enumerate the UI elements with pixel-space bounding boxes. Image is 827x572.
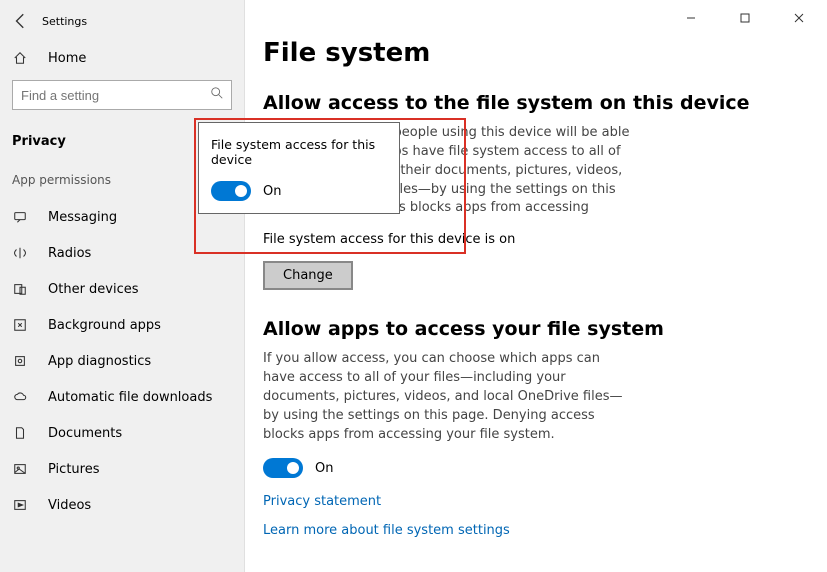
other-devices-icon — [12, 281, 28, 297]
section-heading: Allow access to the file system on this … — [263, 92, 809, 114]
sidebar-item-label: Messaging — [48, 210, 117, 225]
radios-icon — [12, 245, 28, 261]
sidebar-item-label: Automatic file downloads — [48, 390, 212, 405]
window-caption — [673, 6, 817, 30]
sidebar-item-label: Background apps — [48, 318, 161, 333]
popup-title: File system access for this device — [211, 137, 387, 167]
background-icon — [12, 317, 28, 333]
sidebar-item-label: Radios — [48, 246, 91, 261]
toggle-state: On — [263, 184, 281, 199]
main-content: File system Allow access to the file sys… — [245, 0, 827, 572]
maximize-button[interactable] — [727, 6, 763, 30]
home-label: Home — [48, 51, 86, 66]
close-button[interactable] — [781, 6, 817, 30]
change-button[interactable]: Change — [263, 261, 353, 290]
sidebar-item-other-devices[interactable]: Other devices — [0, 271, 244, 307]
messaging-icon — [12, 209, 28, 225]
device-access-popup: File system access for this device On — [198, 122, 400, 214]
sidebar-item-videos[interactable]: Videos — [0, 487, 244, 523]
home-icon — [12, 50, 28, 66]
videos-icon — [12, 497, 28, 513]
learn-link[interactable]: Learn more about file system settings — [263, 523, 510, 538]
sidebar-item-label: App diagnostics — [48, 354, 151, 369]
back-button[interactable] — [12, 12, 30, 30]
sidebar-item-label: Videos — [48, 498, 91, 513]
titlebar: Settings — [0, 8, 244, 40]
section-app-access: Allow apps to access your file system If… — [263, 318, 809, 552]
sidebar-item-diagnostics[interactable]: App diagnostics — [0, 343, 244, 379]
sidebar-item-radios[interactable]: Radios — [0, 235, 244, 271]
status-line: File system access for this device is on — [263, 232, 809, 247]
diagnostics-icon — [12, 353, 28, 369]
section-heading: Allow apps to access your file system — [263, 318, 809, 340]
pictures-icon — [12, 461, 28, 477]
cloud-icon — [12, 389, 28, 405]
search-input[interactable] — [12, 80, 232, 110]
sidebar-item-label: Other devices — [48, 282, 139, 297]
sidebar-item-background[interactable]: Background apps — [0, 307, 244, 343]
sidebar: Settings Home Privacy App permissions Me… — [0, 0, 245, 572]
section-desc: If you allow access, you can choose whic… — [263, 350, 633, 444]
sidebar-item-pictures[interactable]: Pictures — [0, 451, 244, 487]
search-icon — [210, 86, 224, 104]
device-access-toggle[interactable] — [211, 181, 251, 201]
sidebar-item-label: Pictures — [48, 462, 99, 477]
document-icon — [12, 425, 28, 441]
app-access-toggle[interactable] — [263, 458, 303, 478]
toggle-state: On — [315, 461, 333, 476]
page-title: File system — [263, 38, 809, 68]
minimize-button[interactable] — [673, 6, 709, 30]
sidebar-item-downloads[interactable]: Automatic file downloads — [0, 379, 244, 415]
sidebar-home[interactable]: Home — [0, 40, 244, 76]
app-title: Settings — [42, 15, 87, 28]
privacy-link[interactable]: Privacy statement — [263, 494, 381, 509]
sidebar-item-label: Documents — [48, 426, 122, 441]
sidebar-item-documents[interactable]: Documents — [0, 415, 244, 451]
